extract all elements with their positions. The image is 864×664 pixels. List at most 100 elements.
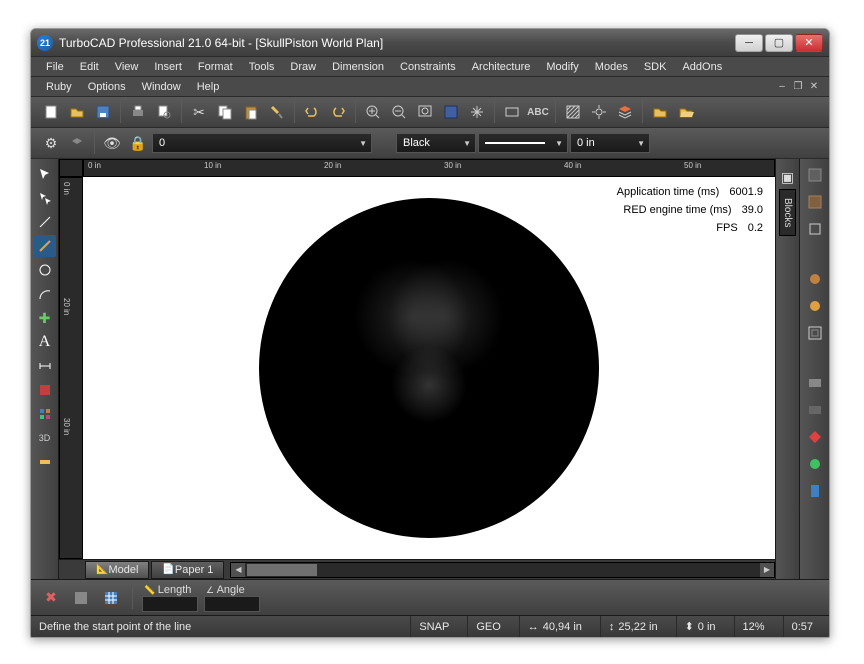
undo-icon[interactable] <box>300 100 324 124</box>
palette-icon-6[interactable] <box>803 321 827 345</box>
scroll-thumb[interactable] <box>247 564 317 576</box>
3d-icon[interactable]: 3D <box>34 427 56 449</box>
menu-view[interactable]: View <box>108 59 146 75</box>
save-icon[interactable] <box>91 100 115 124</box>
paste-icon[interactable] <box>239 100 263 124</box>
palette-icon-8[interactable] <box>803 398 827 422</box>
hatch-icon[interactable] <box>561 100 585 124</box>
point-icon[interactable]: ✚ <box>34 307 56 329</box>
new-icon[interactable] <box>39 100 63 124</box>
cancel-icon[interactable]: ✖ <box>39 586 63 610</box>
visibility-icon[interactable]: 👁 <box>100 131 124 155</box>
tab-blocks[interactable]: Blocks <box>779 189 796 236</box>
tab-model[interactable]: 📐 Model <box>85 561 149 579</box>
menu-constraints[interactable]: Constraints <box>393 59 463 75</box>
maximize-button[interactable]: ▢ <box>765 34 793 52</box>
lock-icon[interactable]: 🔒 <box>126 131 150 155</box>
palette-icon-3[interactable] <box>803 217 827 241</box>
circle-icon[interactable] <box>34 259 56 281</box>
mdi-close-button[interactable]: ✕ <box>807 80 821 94</box>
format-painter-icon[interactable] <box>265 100 289 124</box>
print-preview-icon[interactable] <box>152 100 176 124</box>
folder-open-icon[interactable] <box>674 100 698 124</box>
zoom-in-icon[interactable] <box>361 100 385 124</box>
dimension-icon[interactable] <box>34 355 56 377</box>
open-icon[interactable] <box>65 100 89 124</box>
layer-combo[interactable]: 0 ▼ <box>152 133 372 153</box>
palette-icon-7[interactable] <box>803 371 827 395</box>
angle-input[interactable] <box>204 596 260 612</box>
ruler-horizontal[interactable]: 0 in 10 in 20 in 30 in 40 in 50 in <box>83 159 775 177</box>
menu-insert[interactable]: Insert <box>147 59 189 75</box>
arc-icon[interactable] <box>34 283 56 305</box>
named-view-icon[interactable] <box>500 100 524 124</box>
status-geo[interactable]: GEO <box>467 616 508 637</box>
zoom-window-icon[interactable] <box>413 100 437 124</box>
canvas[interactable]: Application time (ms)6001.9 RED engine t… <box>83 177 775 559</box>
text-icon[interactable]: A <box>34 331 56 353</box>
menu-format[interactable]: Format <box>191 59 240 75</box>
lineweight-combo[interactable]: 0 in ▼ <box>570 133 650 153</box>
properties-icon[interactable] <box>69 586 93 610</box>
menu-draw[interactable]: Draw <box>283 59 323 75</box>
menu-modify[interactable]: Modify <box>539 59 585 75</box>
menu-help[interactable]: Help <box>190 79 227 95</box>
box-icon[interactable] <box>34 403 56 425</box>
settings-icon[interactable] <box>587 100 611 124</box>
minimize-button[interactable]: ─ <box>735 34 763 52</box>
polyline-icon[interactable] <box>34 235 56 257</box>
menu-architecture[interactable]: Architecture <box>465 59 538 75</box>
titlebar[interactable]: 21 TurboCAD Professional 21.0 64-bit - [… <box>31 29 829 57</box>
menu-dimension[interactable]: Dimension <box>325 59 391 75</box>
copy-icon[interactable] <box>213 100 237 124</box>
menu-edit[interactable]: Edit <box>73 59 106 75</box>
menu-modes[interactable]: Modes <box>588 59 635 75</box>
ruler-vertical[interactable]: 0 in 20 in 30 in <box>59 177 83 559</box>
menu-ruby[interactable]: Ruby <box>39 79 79 95</box>
menu-sdk[interactable]: SDK <box>637 59 674 75</box>
color-combo[interactable]: Black ▼ <box>396 133 476 153</box>
zoom-extents-icon[interactable] <box>439 100 463 124</box>
pan-icon[interactable] <box>465 100 489 124</box>
menu-addons[interactable]: AddOns <box>675 59 729 75</box>
gear-icon[interactable]: ⚙ <box>39 131 63 155</box>
layer-manager-icon[interactable] <box>613 100 637 124</box>
palette-icon-9[interactable] <box>803 425 827 449</box>
menu-options[interactable]: Options <box>81 79 133 95</box>
mdi-minimize-button[interactable]: – <box>775 80 789 94</box>
text-style-icon[interactable]: ABC <box>526 100 550 124</box>
grid-icon[interactable] <box>99 586 123 610</box>
print-icon[interactable] <box>126 100 150 124</box>
close-button[interactable]: ✕ <box>795 34 823 52</box>
palette-icon-5[interactable] <box>803 294 827 318</box>
horizontal-scrollbar[interactable]: ◀ ▶ <box>230 562 775 578</box>
palette-icon-11[interactable] <box>803 479 827 503</box>
cut-icon[interactable]: ✂ <box>187 100 211 124</box>
menu-window[interactable]: Window <box>135 79 188 95</box>
drawing-object[interactable] <box>259 198 599 538</box>
redo-icon[interactable] <box>326 100 350 124</box>
palette-icon-2[interactable] <box>803 190 827 214</box>
palette-icon-1[interactable] <box>803 163 827 187</box>
menu-tools[interactable]: Tools <box>242 59 282 75</box>
status-snap[interactable]: SNAP <box>410 616 457 637</box>
palette-toggle-icon[interactable]: ▣ <box>776 165 800 189</box>
zoom-out-icon[interactable] <box>387 100 411 124</box>
scroll-left-icon[interactable]: ◀ <box>231 563 245 577</box>
select-icon[interactable] <box>34 163 56 185</box>
mdi-restore-button[interactable]: ❐ <box>791 80 805 94</box>
scroll-right-icon[interactable]: ▶ <box>760 563 774 577</box>
layer-icon[interactable] <box>65 131 89 155</box>
measure-icon[interactable] <box>34 451 56 473</box>
folder-icon[interactable] <box>648 100 672 124</box>
menu-file[interactable]: File <box>39 59 71 75</box>
linetype-combo[interactable]: ▼ <box>478 133 568 153</box>
length-input[interactable] <box>142 596 198 612</box>
palette-icon-10[interactable] <box>803 452 827 476</box>
line-icon[interactable] <box>34 211 56 233</box>
hatch-tool-icon[interactable] <box>34 379 56 401</box>
status-zoom[interactable]: 12% <box>734 616 773 637</box>
tab-paper1[interactable]: 📄 Paper 1 <box>151 561 224 579</box>
palette-icon-4[interactable] <box>803 267 827 291</box>
select-all-icon[interactable] <box>34 187 56 209</box>
